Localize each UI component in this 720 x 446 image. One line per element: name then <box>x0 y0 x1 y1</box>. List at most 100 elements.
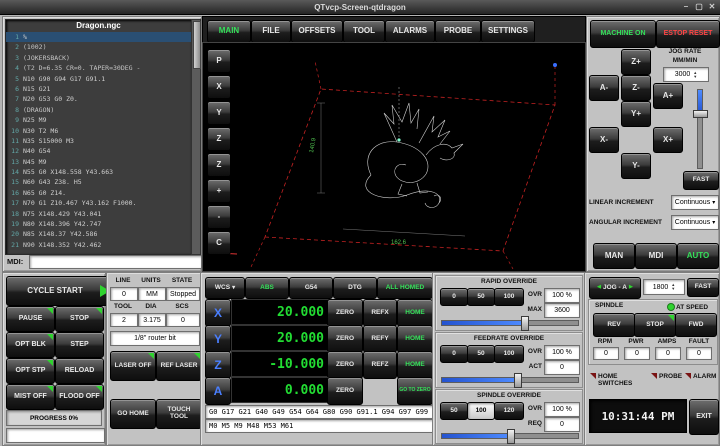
jog-speed-slider[interactable] <box>697 89 703 169</box>
jog-z-minus-button[interactable]: Z- <box>621 75 651 101</box>
jog-axis-selector[interactable]: ◀ JOG - A ▶ <box>589 277 641 299</box>
jog-y-minus-button[interactable]: Y- <box>621 153 651 179</box>
mode-auto-button[interactable]: AUTO <box>677 243 719 269</box>
laser-off-button[interactable]: LASER OFF <box>110 351 156 381</box>
gcode-line[interactable]: 1% <box>6 32 191 42</box>
view-z2-button[interactable]: Z <box>207 153 231 177</box>
spindle-stop-button[interactable]: STOP <box>634 313 676 337</box>
linear-increment-select[interactable]: Continuous ▾ <box>671 195 719 210</box>
minimize-button[interactable]: – <box>680 1 692 12</box>
opt-stp-button[interactable]: OPT STP <box>6 358 55 384</box>
stop-button[interactable]: STOP <box>55 306 104 332</box>
zero-a-button[interactable]: ZERO <box>327 377 363 405</box>
mode-man-button[interactable]: MAN <box>593 243 635 269</box>
tab-settings[interactable]: SETTINGS <box>481 20 535 43</box>
step-button[interactable]: STEP <box>55 332 104 358</box>
spindle-120-button[interactable]: 120 <box>494 402 524 420</box>
gcode-line[interactable]: 6N15 G21 <box>6 84 191 94</box>
dtg-button[interactable]: DTG <box>333 277 377 299</box>
view-y-button[interactable]: Y <box>207 101 231 125</box>
spindle-rev-button[interactable]: REV <box>593 313 635 337</box>
gcode-line[interactable]: 8(DRAGON) <box>6 105 191 115</box>
ref-y-button[interactable]: REFY <box>363 325 397 353</box>
title-bar[interactable]: QTvcp-Screen-qtdragon – ▢ ✕ <box>0 0 720 15</box>
ref-laser-button[interactable]: REF LASER <box>156 351 202 381</box>
home-y-button[interactable]: HOME <box>397 325 433 353</box>
gcode-line[interactable]: 15N60 G43 Z38. H5 <box>6 177 191 187</box>
feed-100-button[interactable]: 100 <box>494 345 524 363</box>
rapid-0-button[interactable]: 0 <box>440 288 468 306</box>
jog-a-plus-button[interactable]: A+ <box>653 83 683 109</box>
g54-button[interactable]: G54 <box>289 277 333 299</box>
axis-y-button[interactable]: Y <box>205 325 231 353</box>
arrow-right-icon[interactable]: ▶ <box>629 285 633 290</box>
gcode-line[interactable]: 14N55 G0 X148.558 Y43.663 <box>6 167 191 177</box>
slider-handle[interactable] <box>514 373 522 388</box>
spindle-override-slider[interactable] <box>441 433 579 439</box>
axis-x-button[interactable]: X <box>205 299 231 327</box>
rapid-100-button[interactable]: 100 <box>494 288 524 306</box>
tab-tool[interactable]: TOOL <box>343 20 385 43</box>
zero-y-button[interactable]: ZERO <box>327 325 363 353</box>
opt-blk-button[interactable]: OPT BLK <box>6 332 55 358</box>
gcode-line[interactable]: 9N25 M9 <box>6 115 191 125</box>
jog-z-plus-button[interactable]: Z+ <box>621 49 651 75</box>
wcs-dropdown[interactable]: WCS ▾ <box>205 277 245 299</box>
feedrate-override-slider[interactable] <box>441 377 579 383</box>
feed-0-button[interactable]: 0 <box>440 345 468 363</box>
jog-a-minus-button[interactable]: A- <box>589 75 619 101</box>
jog-rate-spinbox[interactable]: 3000 ▲▼ <box>663 67 709 82</box>
gcode-line[interactable]: 3(JOKERSBACK) <box>6 53 191 63</box>
view-z-button[interactable]: Z <box>207 127 231 151</box>
slider-handle[interactable] <box>693 110 708 118</box>
tab-file[interactable]: FILE <box>251 20 291 43</box>
gcode-line[interactable]: 7N20 G53 G0 Z0. <box>6 94 191 104</box>
clear-view-button[interactable]: C <box>207 231 231 255</box>
zero-x-button[interactable]: ZERO <box>327 299 363 327</box>
ref-x-button[interactable]: REFX <box>363 299 397 327</box>
mode-mdi-button[interactable]: MDI <box>635 243 677 269</box>
arrow-left-icon[interactable]: ◀ <box>597 285 601 290</box>
graphics-view[interactable]: 140.9 162.6 P X Y Z Z + - C <box>202 42 586 272</box>
ref-z-button[interactable]: REFZ <box>363 351 397 379</box>
maximize-button[interactable]: ▢ <box>693 1 705 12</box>
message-entry[interactable] <box>6 428 105 443</box>
abs-button[interactable]: ABS <box>245 277 289 299</box>
gcode-line[interactable]: 4(T2 D=6.35 CR=0. TAPER=30DEG - <box>6 63 191 73</box>
gcode-line[interactable]: 10N30 T2 M6 <box>6 126 191 136</box>
gcode-line[interactable]: 13N45 M9 <box>6 157 191 167</box>
slider-handle[interactable] <box>521 316 529 331</box>
go-home-button[interactable]: GO HOME <box>110 399 156 429</box>
zoom-out-button[interactable]: - <box>207 205 231 229</box>
mist-button[interactable]: MIST OFF <box>6 384 55 410</box>
go-to-zero-button[interactable]: GO TO ZERO <box>397 377 433 405</box>
gcode-line[interactable]: 21N90 X148.352 Y42.462 <box>6 240 191 250</box>
spinbox-arrows-icon[interactable]: ▲▼ <box>671 283 675 291</box>
gcode-scrollbar[interactable] <box>191 19 201 255</box>
axis-z-button[interactable]: Z <box>205 351 231 379</box>
gcode-line[interactable]: 12N40 G54 <box>6 146 191 156</box>
jog-fast-button[interactable]: FAST <box>683 171 719 190</box>
gcode-viewer[interactable]: Dragon.ngc 1%2(1002)3(JOKERSBACK)4(T2 D=… <box>5 19 192 255</box>
view-x-button[interactable]: X <box>207 75 231 99</box>
gcode-line[interactable]: 19N80 X148.396 Y42.747 <box>6 219 191 229</box>
angular-jog-rate-spinbox[interactable]: 1800 ▲▼ <box>643 279 685 295</box>
gcode-line[interactable]: 17N70 G1 Z10.467 Y43.162 F1000. <box>6 198 191 208</box>
zoom-in-button[interactable]: + <box>207 179 231 203</box>
angular-fast-button[interactable]: FAST <box>687 278 719 297</box>
jog-x-minus-button[interactable]: X- <box>589 127 619 153</box>
close-button[interactable]: ✕ <box>706 1 718 12</box>
gcode-line[interactable]: 11N35 S15000 M3 <box>6 136 191 146</box>
tab-alarms[interactable]: ALARMS <box>385 20 435 43</box>
view-p-button[interactable]: P <box>207 49 231 73</box>
reload-button[interactable]: RELOAD <box>55 358 104 384</box>
flood-button[interactable]: FLOOD OFF <box>55 384 104 410</box>
gcode-line[interactable]: 2(1002) <box>6 42 191 52</box>
tab-main[interactable]: MAIN <box>207 20 251 43</box>
feed-50-button[interactable]: 50 <box>467 345 495 363</box>
tab-probe[interactable]: PROBE <box>435 20 481 43</box>
mdi-entry[interactable] <box>29 255 202 269</box>
estop-reset-button[interactable]: ESTOP RESET <box>656 20 720 48</box>
home-x-button[interactable]: HOME <box>397 299 433 327</box>
gcode-line[interactable]: 16N65 G0 Z14. <box>6 188 191 198</box>
